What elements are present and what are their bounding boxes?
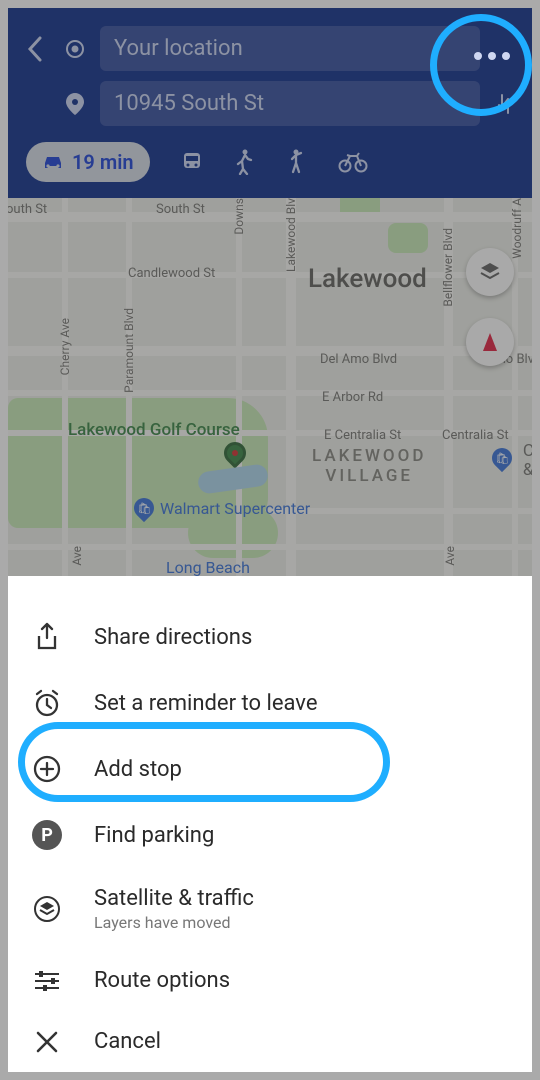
menu-label: Satellite & traffic xyxy=(94,886,254,911)
road-label: outh St xyxy=(8,202,47,217)
menu-label: Cancel xyxy=(94,1029,161,1054)
options-sheet: Share directions Set a reminder to leave… xyxy=(8,596,532,1072)
menu-share-directions[interactable]: Share directions xyxy=(8,604,532,670)
menu-cancel[interactable]: Cancel xyxy=(8,1011,532,1072)
road-label: Del Amo Blvd xyxy=(320,352,397,367)
layers-button[interactable] xyxy=(466,248,514,296)
directions-header: Your location 10945 South St 19 min xyxy=(8,8,532,198)
poi-label: Walmart Supercenter xyxy=(160,499,310,518)
menu-label: Route options xyxy=(94,968,230,993)
road-label: Ave xyxy=(70,546,84,566)
map-view[interactable]: outh St South St Candlewood St Lakewood … xyxy=(8,198,532,576)
share-icon xyxy=(30,622,64,652)
road-label: Woodruff A xyxy=(510,198,524,259)
poi-pin[interactable]: 🛍 xyxy=(492,448,512,468)
golf-course-label: Lakewood Golf Course xyxy=(68,420,240,440)
destination-pin-icon xyxy=(60,93,90,115)
destination-field[interactable]: 10945 South St xyxy=(100,81,480,126)
road-label: Candlewood St xyxy=(128,266,215,281)
origin-field[interactable]: Your location xyxy=(100,26,480,71)
village-label: LAKEWOODVILLAGE xyxy=(312,446,426,487)
road-label: Centralia St xyxy=(442,428,509,443)
compass-button[interactable] xyxy=(466,318,514,366)
origin-row: Your location xyxy=(20,26,520,71)
mode-driving[interactable]: 19 min xyxy=(26,142,150,182)
road-label: South St xyxy=(156,202,205,217)
menu-add-stop[interactable]: Add stop xyxy=(8,736,532,802)
menu-route-options[interactable]: Route options xyxy=(8,950,532,1011)
city-label: Lakewood xyxy=(308,264,427,294)
road-label: Downs xyxy=(232,198,246,235)
menu-label: Set a reminder to leave xyxy=(94,691,318,716)
menu-sublabel: Layers have moved xyxy=(94,913,254,932)
menu-set-reminder[interactable]: Set a reminder to leave xyxy=(8,670,532,736)
menu-label: Add stop xyxy=(94,757,182,782)
city-label-longbeach: Long Beach xyxy=(166,558,250,576)
alarm-icon xyxy=(30,688,64,718)
mode-driving-time: 19 min xyxy=(72,150,134,174)
road-label: E Arbor Rd xyxy=(322,390,383,405)
add-stop-icon xyxy=(30,754,64,784)
mode-walking[interactable] xyxy=(234,149,254,175)
mode-transit[interactable] xyxy=(180,150,204,174)
mode-rideshare[interactable] xyxy=(284,149,308,175)
swap-icon[interactable] xyxy=(490,93,520,115)
destination-row: 10945 South St xyxy=(20,81,520,126)
road-label: Ave xyxy=(443,546,457,566)
menu-find-parking[interactable]: P Find parking xyxy=(8,802,532,868)
sliders-icon xyxy=(30,969,64,993)
road-label: E Centralia St xyxy=(324,428,401,443)
road-label: Lakewood Blv xyxy=(284,198,298,272)
menu-satellite-traffic[interactable]: Satellite & traffic Layers have moved xyxy=(8,868,532,950)
road-label: C& xyxy=(523,442,532,479)
close-icon xyxy=(30,1030,64,1054)
road-label: Bellflower Blvd xyxy=(441,228,455,307)
back-button[interactable] xyxy=(20,34,50,64)
poi-walmart[interactable]: 🛍 Walmart Supercenter xyxy=(134,498,310,518)
road-label: Paramount Blvd xyxy=(122,308,136,393)
menu-label: Find parking xyxy=(94,823,214,848)
origin-location-icon xyxy=(60,39,90,59)
layers-icon xyxy=(30,894,64,924)
mode-cycling[interactable] xyxy=(338,151,368,173)
parking-icon: P xyxy=(30,820,64,850)
road-label: Cherry Ave xyxy=(58,318,72,375)
more-options-button[interactable] xyxy=(474,52,510,60)
travel-mode-row: 19 min xyxy=(20,136,520,186)
menu-label: Share directions xyxy=(94,625,252,650)
